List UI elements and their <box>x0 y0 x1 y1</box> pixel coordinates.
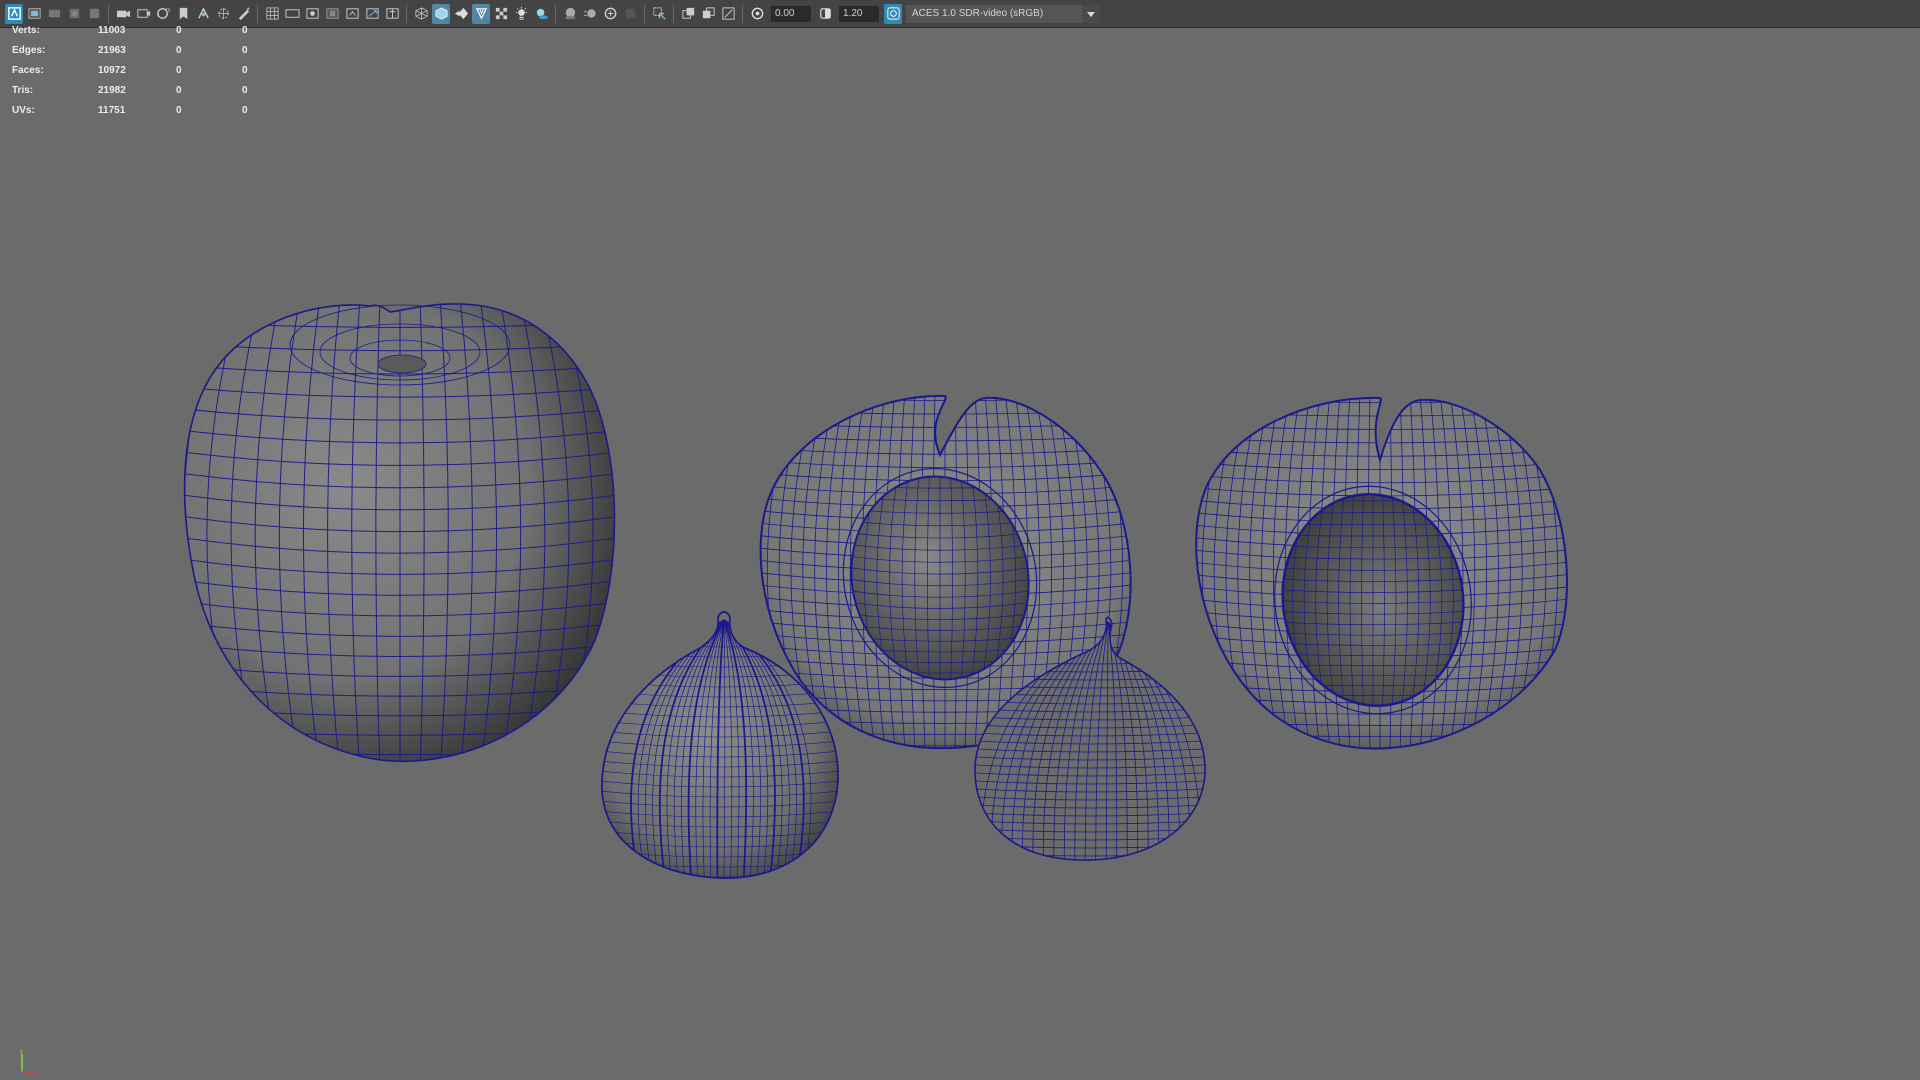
axis-x-label: x <box>38 1066 41 1072</box>
hud-v1: 21963 <box>98 45 126 56</box>
hud-v1: 21982 <box>98 85 126 96</box>
image-plane-icon[interactable] <box>65 4 83 24</box>
hud-v2: 0 <box>176 25 182 36</box>
select-camera-icon[interactable] <box>5 3 23 24</box>
xray-icon[interactable] <box>472 3 490 24</box>
hud-v1: 11751 <box>98 105 126 116</box>
viewport-scene[interactable] <box>0 0 1920 1080</box>
xray-active-icon[interactable] <box>699 4 717 24</box>
hud-v3: 0 <box>242 25 248 36</box>
field-chart-icon[interactable] <box>194 4 212 24</box>
hud-v2: 0 <box>176 65 182 76</box>
safe-title-icon[interactable] <box>303 4 321 24</box>
hud-v1: 11003 <box>98 25 126 36</box>
film-mask-icon[interactable] <box>323 4 341 24</box>
wireframe-icon[interactable] <box>412 4 430 24</box>
hud-v2: 0 <box>176 85 182 96</box>
depth-of-field-icon[interactable] <box>621 4 639 24</box>
motion-blur-icon[interactable] <box>581 4 599 24</box>
hud-label: Verts: <box>12 25 40 36</box>
field-guide-icon[interactable] <box>383 4 401 24</box>
hud-label: Faces: <box>12 65 44 76</box>
exposure-icon[interactable] <box>748 4 766 24</box>
safe-action-icon[interactable] <box>283 4 301 24</box>
resolution-gate-icon[interactable] <box>154 4 172 24</box>
hud-row-faces: Faces: 10972 0 0 <box>12 65 272 85</box>
hud-row-verts: Verts: 11003 0 0 <box>12 25 272 45</box>
shadows-icon[interactable] <box>532 4 550 24</box>
apple-mesh[interactable] <box>164 277 637 794</box>
hud-label: Edges: <box>12 45 46 56</box>
gamma-icon[interactable] <box>816 4 834 24</box>
grid-icon[interactable] <box>263 4 281 24</box>
camera-icon[interactable] <box>114 4 132 24</box>
hud-row-tris: Tris: 21982 0 0 <box>12 85 272 105</box>
camera-attributes-icon[interactable] <box>25 4 43 24</box>
viewport-panel-toolbar: 0.00 1.20 ACES 1.0 SDR-video (sRGB) <box>0 0 1920 28</box>
view-transform-icon[interactable] <box>85 4 103 24</box>
hud-label: Tris: <box>12 85 34 96</box>
exposure-field[interactable]: 0.00 <box>771 5 811 22</box>
grease-pencil-icon[interactable] <box>234 4 252 24</box>
screen-space-ao-icon[interactable] <box>561 4 579 24</box>
textures-icon[interactable] <box>492 4 510 24</box>
hud-v3: 0 <box>242 65 248 76</box>
hud-v3: 0 <box>242 105 248 116</box>
multisample-aa-icon[interactable] <box>601 4 619 24</box>
axis-y-label: y <box>20 1049 23 1055</box>
backface-culling-icon[interactable] <box>719 4 737 24</box>
pan-zoom-icon[interactable] <box>214 4 232 24</box>
xray-joints-icon[interactable] <box>679 4 697 24</box>
hud-v1: 10972 <box>98 65 126 76</box>
hud-v2: 0 <box>176 105 182 116</box>
wireframe-on-shaded-icon[interactable] <box>452 4 470 24</box>
gate-mask-icon[interactable] <box>174 4 192 24</box>
hud-v2: 0 <box>176 45 182 56</box>
film-gate-icon[interactable] <box>134 4 152 24</box>
two-d-pan-icon[interactable] <box>363 4 381 24</box>
chevron-down-icon[interactable] <box>1082 4 1100 23</box>
smooth-shade-icon[interactable] <box>432 3 450 24</box>
hud-row-uvs: UVs: 11751 0 0 <box>12 105 272 125</box>
poly-count-hud: Verts: 11003 0 0 Edges: 21963 0 0 Faces: 10972 0 0 T… <box>12 25 272 125</box>
half-fruit-hollow-mesh[interactable] <box>1171 369 1589 776</box>
hud-v3: 0 <box>242 85 248 96</box>
hud-row-edges: Edges: 21963 0 0 <box>12 45 272 65</box>
view-transform-toggle-icon[interactable] <box>884 3 902 24</box>
view-axis-icon: y x <box>16 1049 41 1077</box>
isolate-select-icon[interactable] <box>650 4 668 24</box>
use-all-lights-icon[interactable] <box>512 4 530 24</box>
bookmarks-icon[interactable] <box>45 4 63 24</box>
gamma-field[interactable]: 1.20 <box>839 5 879 22</box>
color-space-select[interactable]: ACES 1.0 SDR-video (sRGB) <box>906 4 1082 23</box>
hud-label: UVs: <box>12 105 35 116</box>
resolution-icon[interactable] <box>343 4 361 24</box>
hud-v3: 0 <box>242 45 248 56</box>
